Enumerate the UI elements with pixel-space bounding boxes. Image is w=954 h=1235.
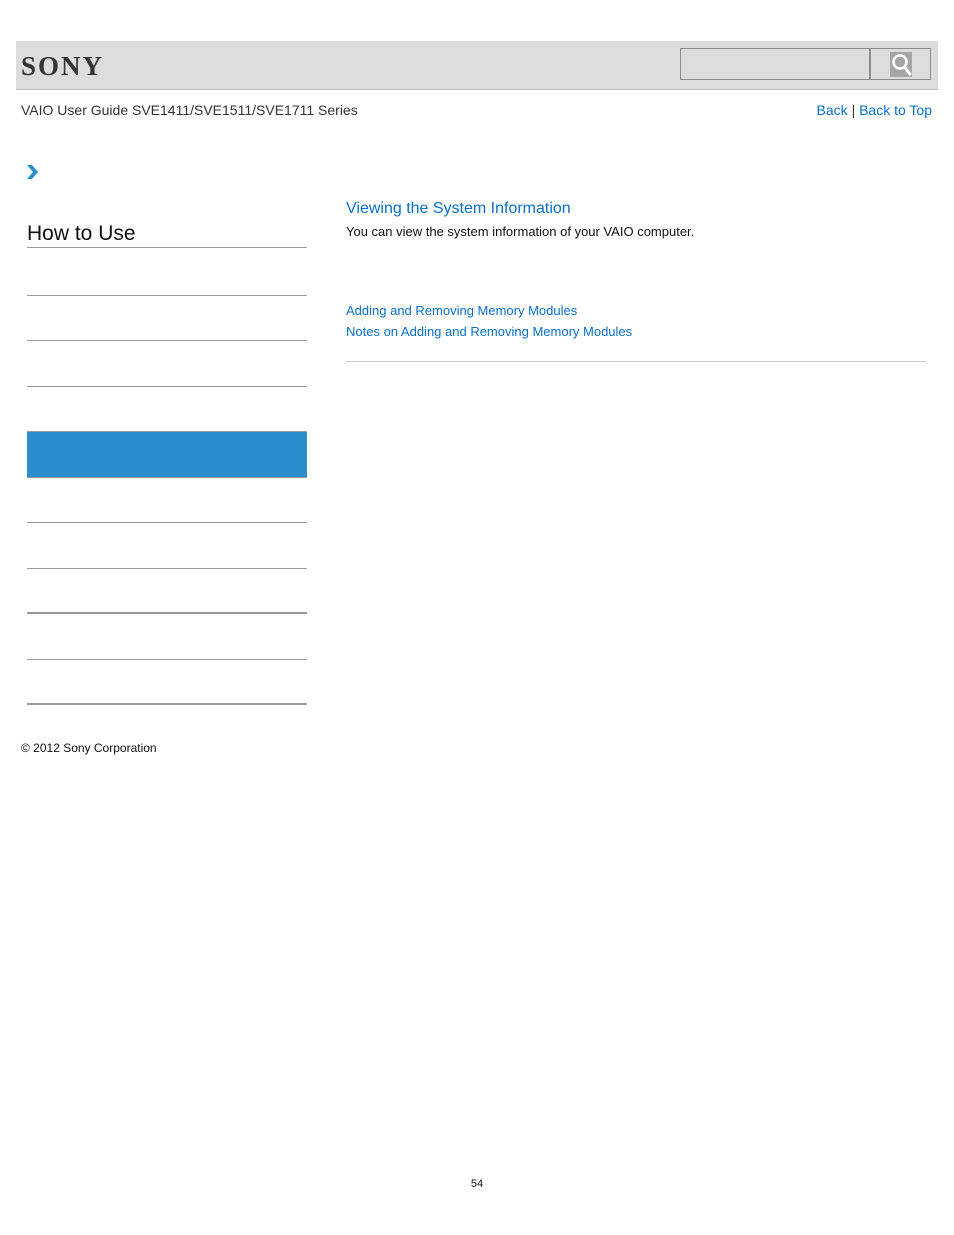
copyright: © 2012 Sony Corporation <box>21 741 157 755</box>
topic-description: You can view the system information of y… <box>346 224 695 239</box>
back-link[interactable]: Back <box>817 102 848 118</box>
search-icon <box>889 51 912 77</box>
back-to-top-link[interactable]: Back to Top <box>859 102 932 118</box>
link-separator: | <box>851 102 856 118</box>
sidebar-item[interactable] <box>27 251 307 296</box>
sidebar-item[interactable] <box>27 296 307 341</box>
sidebar-item[interactable] <box>27 342 307 387</box>
search-button[interactable] <box>870 48 931 80</box>
search-input[interactable] <box>680 48 870 80</box>
sidebar-item[interactable] <box>27 615 307 660</box>
sidebar-item[interactable] <box>27 660 307 705</box>
sidebar-heading[interactable]: How to Use <box>27 222 307 248</box>
sidebar-item[interactable] <box>27 524 307 569</box>
sidebar-item[interactable] <box>27 478 307 523</box>
sidebar-item[interactable] <box>27 569 307 614</box>
related-link[interactable]: Adding and Removing Memory Modules <box>346 303 577 318</box>
related-link[interactable]: Notes on Adding and Removing Memory Modu… <box>346 324 632 339</box>
sony-logo: SONY <box>21 51 105 81</box>
top-links: Back | Back to Top <box>817 102 932 118</box>
chevron-right-icon[interactable] <box>25 164 39 185</box>
header-bar: SONY <box>16 41 938 90</box>
page-number: 54 <box>470 1178 484 1190</box>
sidebar-item-active[interactable] <box>27 431 307 478</box>
topic-title-link[interactable]: Viewing the System Information <box>346 200 571 218</box>
guide-title: VAIO User Guide SVE1411/SVE1511/SVE1711 … <box>21 102 358 118</box>
content-divider <box>346 361 926 362</box>
